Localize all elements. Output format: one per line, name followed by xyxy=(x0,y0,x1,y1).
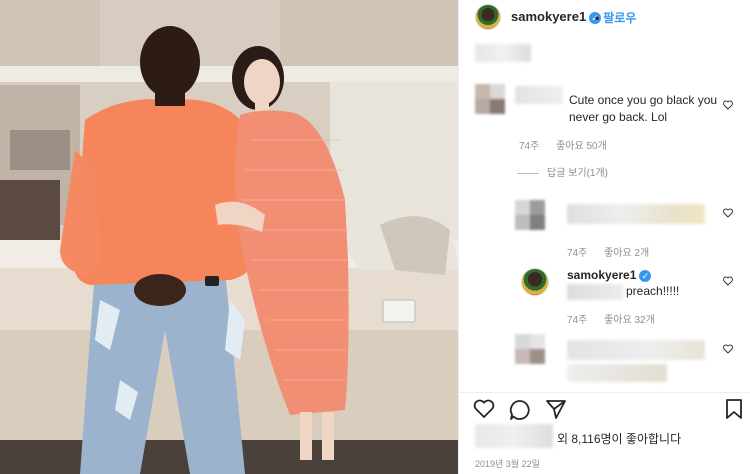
comment-age: 74주 xyxy=(519,141,540,152)
reply-author-avatar[interactable] xyxy=(521,268,549,296)
reply-meta: 74주 좋아요 2개 xyxy=(567,244,663,259)
photo-illustration xyxy=(0,0,458,474)
bookmark-icon[interactable] xyxy=(725,398,743,420)
caption-redacted xyxy=(475,44,531,62)
reply-avatar-redacted xyxy=(515,200,545,230)
reply-text: preach!!!!! xyxy=(626,284,680,298)
comment4-avatar-redacted xyxy=(515,334,545,364)
liked-by-redacted xyxy=(475,424,553,448)
comment-meta: 74주 좋아요 50개 xyxy=(519,137,621,152)
reply-author-username[interactable]: samokyere1 ✓ xyxy=(567,268,652,282)
reply2-like-heart-icon[interactable] xyxy=(723,276,733,286)
post-date: 2019년 3월 22일 xyxy=(475,459,540,469)
post-side-panel: samokyere1✓ 팔로우 Cute once you go black y… xyxy=(458,0,750,474)
comment4-like-heart-icon[interactable] xyxy=(723,344,733,354)
reply-like-count[interactable]: 좋아요 2개 xyxy=(604,248,649,259)
author-username-text: samokyere1 xyxy=(511,9,587,24)
heart-icon[interactable] xyxy=(473,399,495,419)
comment-username-redacted xyxy=(515,86,563,104)
actions-divider xyxy=(459,392,750,393)
follow-button[interactable]: 팔로우 xyxy=(595,9,636,26)
share-icon[interactable] xyxy=(545,399,567,419)
reply2-age: 74주 xyxy=(567,315,588,326)
author-avatar[interactable] xyxy=(475,4,501,30)
reply2-like-count[interactable]: 좋아요 32개 xyxy=(604,315,655,326)
reply2-meta: 74주 좋아요 32개 xyxy=(567,311,669,326)
comment-like-heart-icon[interactable] xyxy=(723,100,733,110)
post-photo[interactable] xyxy=(0,0,458,474)
post-header: samokyere1✓ 팔로우 xyxy=(459,0,750,34)
author-username[interactable]: samokyere1 ✓ xyxy=(511,9,602,24)
reply-verified-badge-icon: ✓ xyxy=(639,270,652,282)
comment-text: Cute once you go black you never go back… xyxy=(569,93,718,124)
reply-text-redacted xyxy=(567,204,705,224)
reply-like-heart-icon[interactable] xyxy=(723,208,733,218)
reply-author-username-text: samokyere1 xyxy=(567,268,637,282)
view-replies-link[interactable]: 답글 보기(1개) xyxy=(517,164,608,179)
comment-icon[interactable] xyxy=(509,399,531,421)
reply-age: 74주 xyxy=(567,248,588,259)
comment-avatar-redacted xyxy=(475,84,505,114)
comment-like-count[interactable]: 좋아요 50개 xyxy=(556,141,607,152)
likes-count[interactable]: 외 8,116명이 좋아합니다 xyxy=(557,430,681,447)
comment4-text-redacted xyxy=(567,340,705,360)
comment4-text2-redacted xyxy=(567,364,667,382)
reply-mention-redacted xyxy=(567,284,623,300)
